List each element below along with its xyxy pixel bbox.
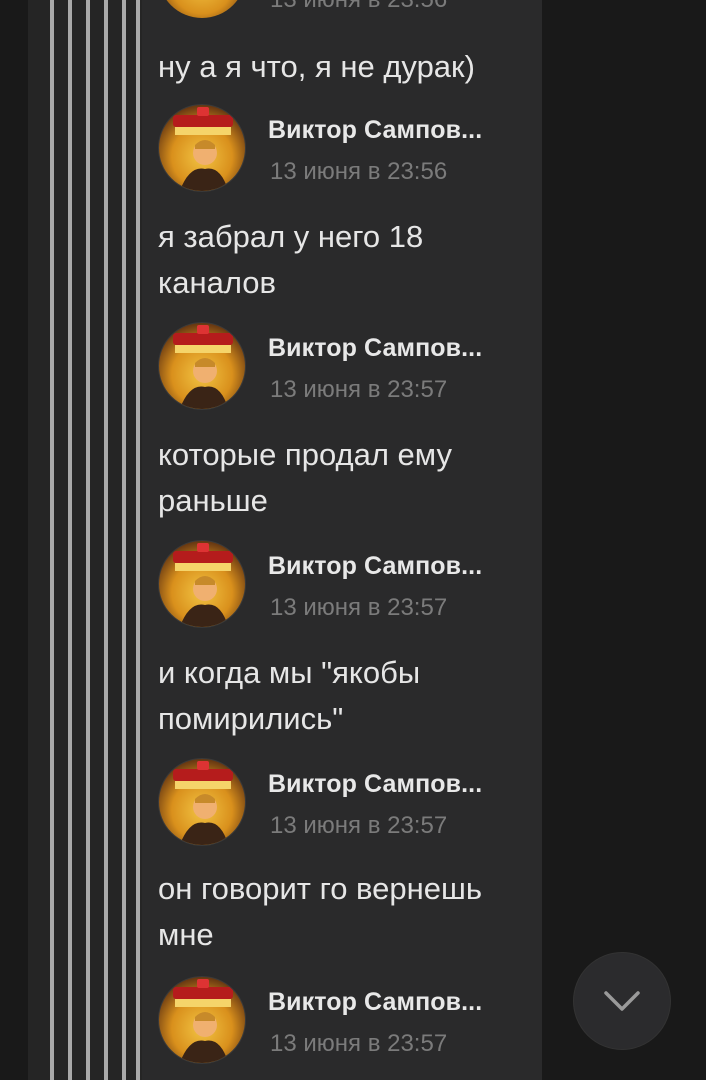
stripe [136, 0, 140, 1080]
chat-panel[interactable]: 13 июня в 23:56 ну а я что, я не дурак) … [142, 0, 542, 1080]
avatar[interactable] [158, 758, 246, 846]
avatar[interactable] [158, 104, 246, 192]
stripe [68, 0, 72, 1080]
chevron-down-icon [604, 991, 640, 1011]
author-name[interactable]: Виктор Сампов... [268, 988, 482, 1017]
author-name[interactable]: Виктор Сампов... [268, 770, 482, 799]
avatar[interactable] [158, 976, 246, 1064]
avatar-image [173, 325, 233, 409]
message-time: 13 июня в 23:57 [270, 812, 448, 839]
message-time: 13 июня в 23:57 [270, 376, 448, 403]
scroll-down-button[interactable] [573, 952, 671, 1050]
left-background [0, 0, 28, 1080]
message-text: он говорит го вернешь мне [158, 871, 483, 952]
avatar[interactable] [158, 0, 246, 18]
stripe [50, 0, 54, 1080]
stripe [122, 0, 126, 1080]
message-time: 13 июня в 23:57 [270, 594, 448, 621]
message-header: Виктор Сампов... 13 июня в 23:57 [158, 322, 538, 414]
author-name[interactable]: Виктор Сампов... [268, 116, 482, 145]
avatar[interactable] [158, 322, 246, 410]
message-header: Виктор Сампов... 13 июня в 23:57 [158, 976, 538, 1068]
message-text: которые продал ему раньше [158, 437, 452, 518]
decorative-stripes [28, 0, 142, 1080]
author-name[interactable]: Виктор Сампов... [268, 552, 482, 581]
avatar-image [173, 979, 233, 1063]
message-time: 13 июня в 23:56 [270, 158, 448, 185]
message-text: я забрал у него 18 каналов [158, 219, 424, 300]
message-text: ну а я что, я не дурак) [158, 49, 475, 84]
message-time: 13 июня в 23:57 [270, 1030, 448, 1057]
right-background [542, 0, 706, 1080]
message-text: и когда мы "якобы помирились" [158, 655, 421, 736]
author-name[interactable]: Виктор Сампов... [268, 334, 482, 363]
stripe [86, 0, 90, 1080]
avatar-image [173, 543, 233, 627]
message-header: Виктор Сампов... 13 июня в 23:57 [158, 758, 538, 850]
avatar[interactable] [158, 540, 246, 628]
message-header: Виктор Сампов... 13 июня в 23:56 [158, 104, 538, 196]
stripe [104, 0, 108, 1080]
avatar-image [173, 107, 233, 191]
message-header: Виктор Сампов... 13 июня в 23:57 [158, 540, 538, 632]
avatar-image [173, 761, 233, 845]
message-time: 13 июня в 23:56 [270, 0, 447, 14]
